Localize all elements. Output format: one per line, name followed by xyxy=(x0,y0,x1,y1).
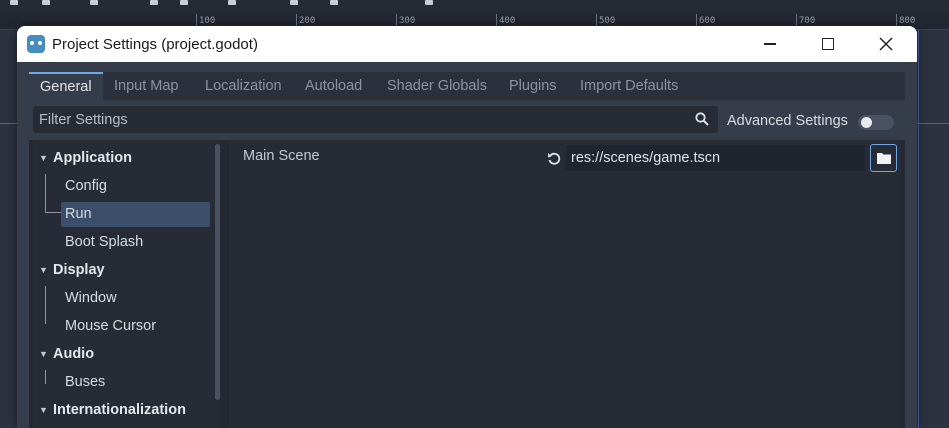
tree-item-window[interactable]: Window xyxy=(33,285,213,311)
tree-section-display[interactable]: ▼ Display xyxy=(33,257,213,283)
toolbar-icon[interactable] xyxy=(425,0,433,5)
editor-toolbar xyxy=(0,0,949,14)
toolbar-icon[interactable] xyxy=(10,0,18,5)
toolbar-icon[interactable] xyxy=(330,0,338,5)
title-bar[interactable]: Project Settings (project.godot) xyxy=(17,26,917,62)
folder-icon xyxy=(876,153,891,164)
minimize-icon xyxy=(764,43,776,45)
chevron-down-icon: ▼ xyxy=(39,405,48,415)
tree-item-boot-splash[interactable]: Boot Splash xyxy=(33,229,213,255)
toolbar-icon[interactable] xyxy=(90,0,98,5)
chevron-down-icon: ▼ xyxy=(39,265,48,275)
tree-section-application[interactable]: ▼ Application xyxy=(33,145,213,171)
close-icon xyxy=(879,37,893,51)
tab-import-defaults[interactable]: Import Defaults xyxy=(569,72,689,100)
tab-general[interactable]: General xyxy=(29,72,103,100)
tree-item-buses[interactable]: Buses xyxy=(33,369,213,395)
toggle-knob xyxy=(861,117,872,128)
window-title: Project Settings (project.godot) xyxy=(52,35,258,53)
settings-content: General Input Map Localization Autoload … xyxy=(29,72,905,428)
tab-shader-globals[interactable]: Shader Globals xyxy=(376,72,498,100)
toolbar-icon[interactable] xyxy=(42,0,50,5)
tree-item-config[interactable]: Config xyxy=(33,173,213,199)
project-settings-window: Project Settings (project.godot) General… xyxy=(17,26,917,428)
filter-settings-field[interactable] xyxy=(33,106,718,133)
main-scene-label: Main Scene xyxy=(243,148,320,164)
toolbar-icon[interactable] xyxy=(290,0,298,5)
chevron-down-icon: ▼ xyxy=(39,153,48,163)
viewport-guide-line xyxy=(918,30,919,428)
tab-autoload[interactable]: Autoload xyxy=(294,72,373,100)
maximize-button[interactable] xyxy=(805,26,851,62)
toolbar-icon[interactable] xyxy=(180,0,188,5)
minimize-button[interactable] xyxy=(747,26,793,62)
toolbar-icon[interactable] xyxy=(228,0,236,5)
tree-section-audio[interactable]: ▼ Audio xyxy=(33,341,213,367)
close-button[interactable] xyxy=(863,26,909,62)
tab-localization[interactable]: Localization xyxy=(194,72,293,100)
tab-plugins[interactable]: Plugins xyxy=(498,72,568,100)
main-scene-path-field[interactable]: res://scenes/game.tscn xyxy=(566,145,865,171)
tree-item-mouse-cursor[interactable]: Mouse Cursor xyxy=(33,313,213,339)
tab-bar: General Input Map Localization Autoload … xyxy=(29,72,905,100)
filter-settings-input[interactable] xyxy=(33,106,718,133)
maximize-icon xyxy=(822,38,834,50)
property-inspector: Main Scene res://scenes/game.tscn xyxy=(229,140,901,428)
godot-icon xyxy=(27,35,45,53)
revert-icon[interactable] xyxy=(547,151,561,165)
tab-input-map[interactable]: Input Map xyxy=(103,72,190,100)
settings-tree: ▼ Application Config Run Boot Splash ▼ D… xyxy=(33,140,221,428)
tree-section-internationalization[interactable]: ▼ Internationalization xyxy=(33,397,213,423)
chevron-down-icon: ▼ xyxy=(39,349,48,359)
browse-folder-button[interactable] xyxy=(870,144,897,172)
advanced-settings-toggle[interactable] xyxy=(858,115,894,130)
toolbar-icon[interactable] xyxy=(150,0,158,5)
search-icon xyxy=(695,112,709,126)
advanced-settings-label: Advanced Settings xyxy=(727,113,848,129)
tree-scrollbar[interactable] xyxy=(215,144,220,400)
tree-item-run[interactable]: Run xyxy=(33,201,213,227)
